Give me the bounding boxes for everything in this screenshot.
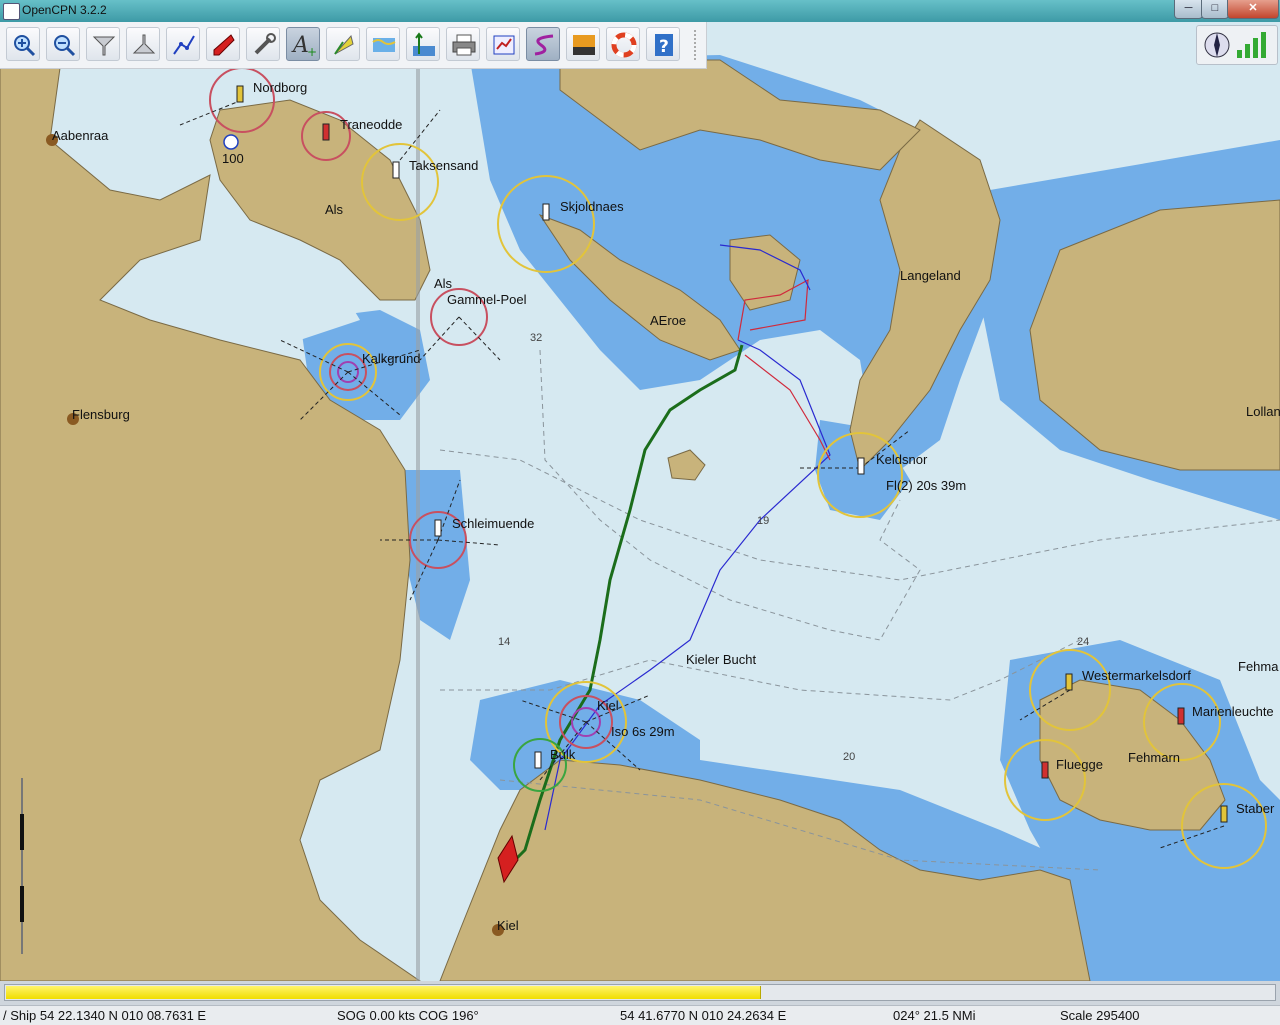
route-button[interactable] (166, 27, 200, 61)
anchor-icon[interactable] (223, 134, 239, 150)
place-label: Staber (1236, 801, 1275, 816)
track-button[interactable] (526, 27, 560, 61)
scale-in-button[interactable] (86, 27, 120, 61)
scale-out-button[interactable] (126, 27, 160, 61)
place-label: Traneodde (340, 117, 403, 132)
chart-canvas[interactable] (0, 0, 1280, 981)
scale-bar (20, 778, 24, 954)
ship-position: / Ship 54 22.1340 N 010 08.7631 E (3, 1008, 207, 1023)
track-icon (534, 34, 554, 56)
ais-button[interactable] (366, 27, 400, 61)
funnel-down-icon (92, 36, 116, 56)
place-label: Flensburg (72, 407, 130, 422)
depth-sounding: 19 (757, 515, 770, 527)
depth-sounding: 20 (843, 751, 856, 763)
close-button[interactable]: ✕ (1227, 0, 1279, 19)
zoom-out-icon (54, 35, 76, 57)
depth-sounding: 24 (1077, 636, 1090, 648)
progress-fill (6, 986, 762, 999)
place-label: Fehmarn (1128, 750, 1181, 765)
follow-ship-button[interactable] (206, 27, 240, 61)
place-label: Fluegge (1056, 757, 1103, 772)
zoom-in-icon (14, 35, 36, 57)
place-label: 100 (222, 151, 244, 166)
chart-scale: Scale 295400 (1060, 1008, 1140, 1023)
place-label: Iso 6s 29m (611, 724, 675, 739)
place-label: Kieler Bucht (686, 652, 757, 667)
svg-text:+: + (307, 45, 317, 58)
settings-button[interactable] (246, 27, 280, 61)
toolbar-grip[interactable] (694, 30, 702, 60)
place-label: Kiel (597, 698, 619, 713)
progress-area (0, 981, 1280, 1005)
route-icon (173, 35, 195, 55)
waves-icon (372, 38, 396, 52)
place-label: Fl(2) 20s 39m (886, 478, 967, 493)
place-label: Skjoldnaes (560, 199, 624, 214)
title-bar: OpenCPN 3.2.2 ─ □ ✕ (0, 0, 1280, 22)
progress-bar (4, 984, 1276, 1001)
tide-icon (413, 32, 435, 56)
place-label: Marienleuchte (1192, 704, 1274, 719)
main-toolbar: A + ? (0, 22, 707, 69)
place-label: Kiel (497, 918, 519, 933)
place-label: Langeland (900, 268, 961, 283)
printer-icon (452, 34, 476, 56)
current-button[interactable] (326, 27, 360, 61)
mob-button[interactable] (606, 27, 640, 61)
place-label: Keldsnor (876, 452, 928, 467)
zoom-out-button[interactable] (46, 27, 80, 61)
place-label: Kalkgrund (362, 351, 421, 366)
place-label: Als (325, 202, 344, 217)
status-toolbar (1196, 25, 1278, 65)
zoom-in-button[interactable] (6, 27, 40, 61)
place-label: Taksensand (409, 158, 479, 173)
tide-button[interactable] (406, 27, 440, 61)
sog-cog: SOG 0.00 kts COG 196° (337, 1008, 479, 1023)
help-button[interactable]: ? (646, 27, 680, 61)
route-manager-icon (493, 35, 515, 55)
depth-sounding: 32 (530, 332, 543, 344)
place-label: Als (434, 276, 453, 291)
place-label: Bulk (550, 747, 576, 762)
lifebuoy-icon (611, 32, 637, 58)
route-manager-button[interactable] (486, 27, 520, 61)
funnel-up-icon (132, 34, 156, 54)
color-scheme-button[interactable] (566, 27, 600, 61)
print-button[interactable] (446, 27, 480, 61)
text-button[interactable]: A + (286, 27, 320, 61)
window-title: OpenCPN 3.2.2 (22, 3, 107, 17)
place-label: AEroe (650, 313, 687, 328)
status-bar: / Ship 54 22.1340 N 010 08.7631 E SOG 0.… (0, 1005, 1280, 1025)
wrench-icon (254, 33, 276, 55)
place-label: Gammel-Poel (447, 292, 527, 307)
place-label: Schleimuende (452, 516, 535, 531)
sunset-icon (573, 35, 595, 55)
text-a-icon: A+ (291, 33, 317, 58)
place-label: Lollan (1246, 404, 1280, 419)
bearing-range: 024° 21.5 NMi (893, 1008, 976, 1023)
svg-text:?: ? (659, 37, 669, 57)
depth-sounding: 14 (498, 636, 511, 648)
compass-icon[interactable] (1203, 30, 1231, 60)
cursor-position: 54 41.6770 N 010 24.2634 E (620, 1008, 787, 1023)
help-icon: ? (655, 34, 673, 57)
place-label: Aabenraa (52, 128, 109, 143)
gps-signal-icon[interactable] (1235, 30, 1269, 60)
current-arrow-icon (334, 34, 354, 55)
maximize-button[interactable]: □ (1201, 0, 1229, 19)
place-label: Fehma (1238, 659, 1279, 674)
app-icon (3, 3, 20, 20)
place-label: Nordborg (253, 80, 308, 95)
minimize-button[interactable]: ─ (1174, 0, 1203, 19)
place-label: Westermarkelsdorf (1082, 668, 1191, 683)
ship-icon (213, 34, 235, 56)
